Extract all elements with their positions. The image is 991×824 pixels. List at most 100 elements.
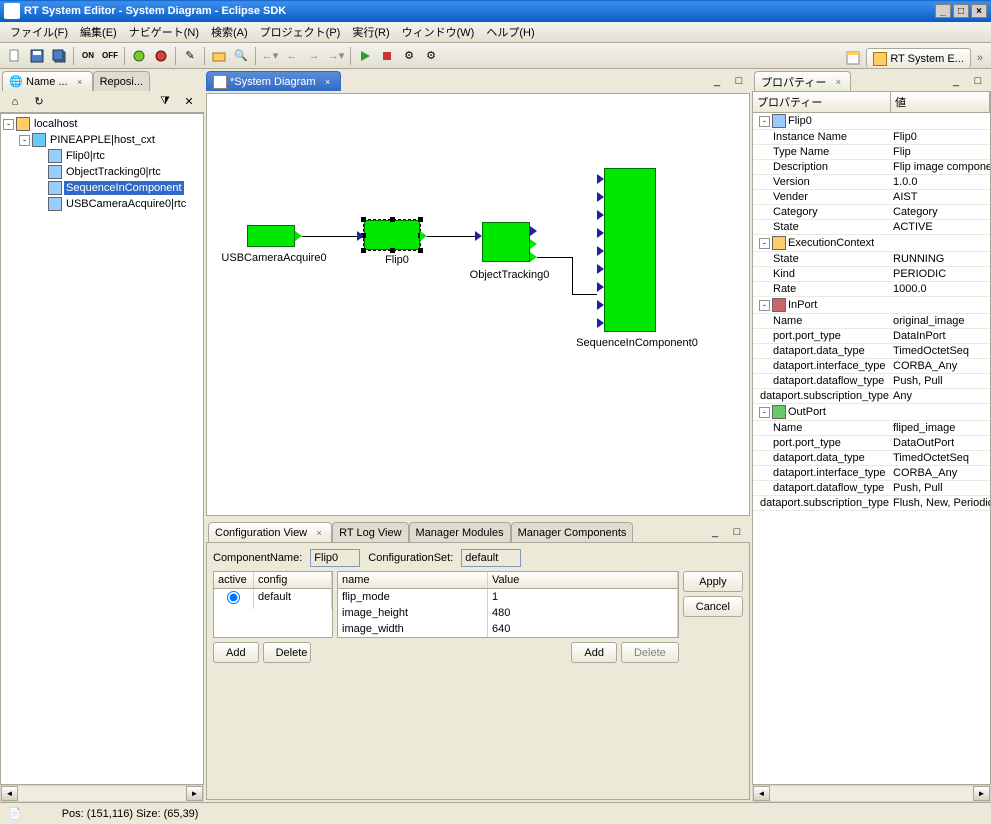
- filter-button[interactable]: ⧩: [155, 92, 175, 112]
- menu-item[interactable]: ヘルプ(H): [480, 22, 540, 42]
- new-button[interactable]: [5, 46, 25, 66]
- port-in[interactable]: [530, 226, 537, 236]
- comp-flip[interactable]: [364, 220, 420, 250]
- grid-row[interactable]: image_width640: [338, 621, 678, 637]
- apply-button[interactable]: Apply: [683, 571, 743, 592]
- connect-button[interactable]: [129, 46, 149, 66]
- prop-row[interactable]: dataport.interface_typeCORBA_Any: [753, 359, 990, 374]
- nav-back-dd[interactable]: ←▾: [260, 46, 280, 66]
- off-button[interactable]: OFF: [100, 46, 120, 66]
- prop-row[interactable]: dataport.dataflow_typePush, Pull: [753, 374, 990, 389]
- diagram-canvas[interactable]: USBCameraAcquire0 Flip0 Object: [206, 93, 750, 516]
- prop-row[interactable]: VenderAIST: [753, 190, 990, 205]
- save-all-button[interactable]: [49, 46, 69, 66]
- tab-mgr-components[interactable]: Manager Components: [511, 522, 634, 542]
- expand-icon[interactable]: -: [759, 238, 770, 249]
- port-in[interactable]: [357, 231, 364, 241]
- port-in[interactable]: [597, 228, 604, 238]
- expand-icon[interactable]: -: [19, 135, 30, 146]
- folder-button[interactable]: [209, 46, 229, 66]
- prop-row[interactable]: Nameoriginal_image: [753, 314, 990, 329]
- nav-fwd[interactable]: →: [304, 46, 324, 66]
- expand-icon[interactable]: -: [759, 300, 770, 311]
- prop-row[interactable]: dataport.interface_typeCORBA_Any: [753, 466, 990, 481]
- port-in[interactable]: [475, 231, 482, 241]
- properties-view[interactable]: プロパティー 値 -Flip0Instance NameFlip0Type Na…: [752, 91, 991, 785]
- perspective-tab[interactable]: RT System E...: [866, 48, 971, 68]
- port-out[interactable]: [420, 231, 427, 241]
- port-in[interactable]: [597, 300, 604, 310]
- prop-row[interactable]: dataport.dataflow_typePush, Pull: [753, 481, 990, 496]
- delete-set-button[interactable]: Delete: [263, 642, 311, 663]
- grid-row[interactable]: image_height480: [338, 605, 678, 621]
- port-out[interactable]: [295, 231, 302, 241]
- port-out[interactable]: [530, 252, 537, 262]
- view-minimize[interactable]: _: [946, 71, 966, 91]
- cancel-button[interactable]: Cancel: [683, 596, 743, 617]
- port-in[interactable]: [597, 174, 604, 184]
- home-button[interactable]: ⌂: [5, 92, 25, 112]
- menu-item[interactable]: ファイル(F): [4, 22, 74, 42]
- menu-item[interactable]: 検索(A): [205, 22, 254, 42]
- port-in[interactable]: [597, 264, 604, 274]
- config-values-grid[interactable]: name Value flip_mode1image_height480imag…: [337, 571, 679, 638]
- expand-icon[interactable]: -: [759, 116, 770, 127]
- search-button[interactable]: 🔍: [231, 46, 251, 66]
- name-service-tree[interactable]: -localhost-PINEAPPLE|host_cxtFlip0|rtcOb…: [0, 113, 204, 785]
- tab-name-service[interactable]: 🌐 Name ... ×: [2, 71, 93, 91]
- prop-row[interactable]: port.port_typeDataOutPort: [753, 436, 990, 451]
- add-set-button[interactable]: Add: [213, 642, 259, 663]
- props-hscroll[interactable]: ◄ ►: [752, 785, 991, 802]
- prop-row[interactable]: StateRUNNING: [753, 252, 990, 267]
- save-button[interactable]: [27, 46, 47, 66]
- port-in[interactable]: [597, 318, 604, 328]
- scroll-right-button[interactable]: ►: [186, 786, 203, 801]
- on-button[interactable]: ON: [78, 46, 98, 66]
- nav-fwd-dd[interactable]: →▾: [326, 46, 346, 66]
- prop-row[interactable]: dataport.data_typeTimedOctetSeq: [753, 344, 990, 359]
- close-button[interactable]: ×: [971, 4, 987, 18]
- prop-row[interactable]: DescriptionFlip image component: [753, 160, 990, 175]
- prop-row[interactable]: port.port_typeDataInPort: [753, 329, 990, 344]
- run-button[interactable]: [355, 46, 375, 66]
- tab-close-icon[interactable]: ×: [74, 76, 86, 88]
- tab-close-icon[interactable]: ×: [313, 527, 325, 539]
- tree-node[interactable]: SequenceInComponent: [3, 180, 201, 196]
- gear1-button[interactable]: ⚙: [399, 46, 419, 66]
- port-out[interactable]: [530, 239, 537, 249]
- tree-node[interactable]: Flip0|rtc: [3, 148, 201, 164]
- prop-row[interactable]: StateACTIVE: [753, 220, 990, 235]
- port-in[interactable]: [597, 246, 604, 256]
- tree-node[interactable]: -localhost: [3, 116, 201, 132]
- delete-button[interactable]: ✕: [179, 92, 199, 112]
- prop-row[interactable]: CategoryCategory: [753, 205, 990, 220]
- tab-repository[interactable]: Reposi...: [93, 71, 150, 91]
- view-minimize[interactable]: _: [705, 522, 725, 542]
- tree-node[interactable]: -PINEAPPLE|host_cxt: [3, 132, 201, 148]
- view-maximize[interactable]: □: [968, 71, 988, 91]
- menu-item[interactable]: プロジェクト(P): [254, 22, 347, 42]
- prop-row[interactable]: Version1.0.0: [753, 175, 990, 190]
- prop-row[interactable]: -ExecutionContext: [753, 235, 990, 252]
- nav-back[interactable]: ←: [282, 46, 302, 66]
- comp-objtrack[interactable]: [482, 222, 530, 262]
- editor-minimize[interactable]: _: [707, 71, 727, 91]
- wand-button[interactable]: ✎: [180, 46, 200, 66]
- delete-value-button[interactable]: Delete: [621, 642, 679, 663]
- more-indicator[interactable]: »: [973, 52, 987, 64]
- disconnect-button[interactable]: [151, 46, 171, 66]
- grid-row[interactable]: flip_mode1: [338, 589, 678, 605]
- tab-close-icon[interactable]: ×: [832, 76, 844, 88]
- tree-hscroll[interactable]: ◄ ►: [0, 785, 204, 802]
- active-radio[interactable]: [227, 591, 240, 604]
- menu-item[interactable]: ウィンドウ(W): [396, 22, 481, 42]
- port-in[interactable]: [597, 282, 604, 292]
- prop-row[interactable]: Instance NameFlip0: [753, 130, 990, 145]
- prop-row[interactable]: Type NameFlip: [753, 145, 990, 160]
- scroll-left-button[interactable]: ◄: [753, 786, 770, 801]
- tab-rtlog[interactable]: RT Log View: [332, 522, 408, 542]
- prop-row[interactable]: KindPERIODIC: [753, 267, 990, 282]
- prop-row[interactable]: -Flip0: [753, 113, 990, 130]
- minimize-button[interactable]: _: [935, 4, 951, 18]
- prop-row[interactable]: Namefliped_image: [753, 421, 990, 436]
